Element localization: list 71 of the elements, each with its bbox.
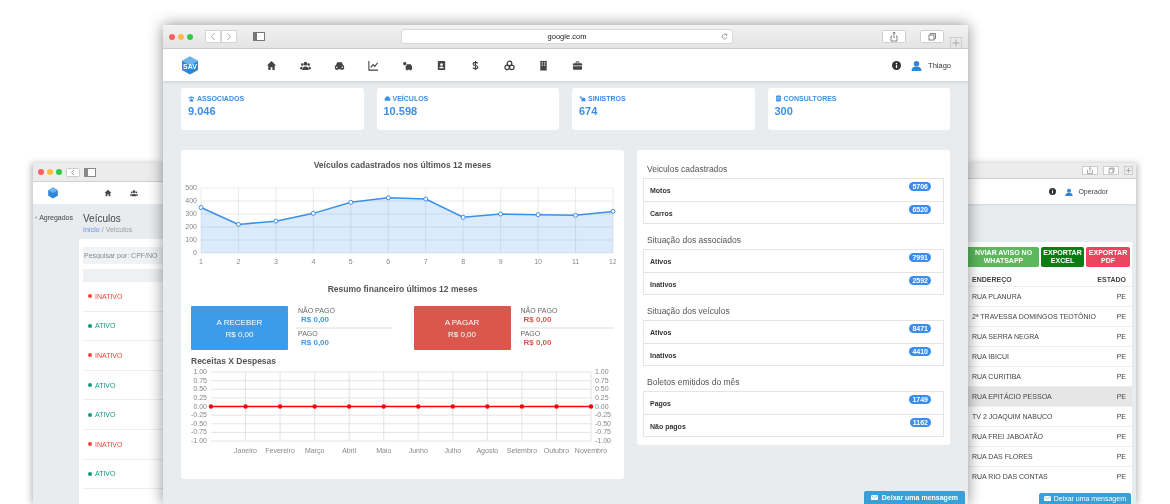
total-value: R$ 0,00	[225, 329, 254, 339]
amount-value: R$ 0,00	[522, 315, 553, 324]
data-point	[498, 211, 504, 217]
data-point	[273, 218, 279, 224]
data-point	[277, 404, 283, 409]
data-point	[485, 404, 490, 409]
amount-value: R$ 0,00	[522, 338, 553, 347]
users-icon	[188, 95, 195, 102]
avatar-icon	[911, 59, 923, 71]
data-point	[312, 404, 317, 409]
envelope-icon	[870, 495, 878, 500]
users-icon[interactable]	[130, 189, 138, 197]
data-point	[243, 404, 248, 409]
back-button[interactable]	[66, 167, 80, 177]
page-title: Veículos	[83, 213, 122, 224]
data-point	[519, 404, 525, 409]
users-icon[interactable]	[300, 59, 311, 71]
section-title: Veiculos cadastrados	[646, 164, 729, 174]
briefcase-icon[interactable]	[572, 59, 583, 71]
line-chart-icon[interactable]	[368, 59, 379, 71]
data-point	[208, 404, 214, 409]
data-point	[554, 404, 559, 409]
data-point	[235, 221, 241, 227]
stat-value: 9.046	[188, 105, 217, 117]
address-book-icon[interactable]	[436, 59, 447, 71]
data-point	[385, 195, 391, 201]
section-title: Resumo financeiro últimos 12 meses	[326, 284, 479, 294]
tabs-icon[interactable]	[920, 30, 944, 43]
stat-value: 10.598	[383, 105, 419, 117]
data-point	[535, 212, 541, 218]
envelope-icon	[1043, 496, 1051, 501]
dollar-icon[interactable]	[470, 59, 481, 71]
car-icon[interactable]	[334, 59, 345, 71]
cube-logo-icon	[47, 187, 59, 199]
data-point	[588, 404, 594, 409]
home-icon[interactable]	[104, 189, 112, 197]
amount-value: R$ 0,00	[300, 338, 331, 347]
id-card-icon	[774, 95, 782, 102]
building-icon[interactable]	[538, 59, 549, 71]
data-point	[610, 208, 616, 214]
car-crash-icon	[579, 95, 586, 102]
data-point	[450, 404, 455, 409]
section-title: Situação dos associados	[646, 235, 743, 245]
section-title: Boletos emitidos do mês	[646, 377, 741, 387]
chart-title: Receitas X Despesas	[190, 356, 278, 366]
total-label: A PAGAR	[444, 317, 480, 327]
total-label: A RECEBER	[216, 317, 263, 327]
avatar-icon	[1065, 187, 1074, 196]
data-point	[423, 196, 429, 202]
rings-icon[interactable]	[504, 59, 515, 71]
sidebar-toggle-icon[interactable]	[84, 167, 96, 177]
data-point	[573, 212, 579, 218]
amount-value: R$ 0,00	[300, 315, 331, 324]
info-icon[interactable]	[892, 60, 902, 70]
data-point	[416, 404, 421, 409]
data-point	[460, 214, 466, 220]
section-title: Situação dos veículos	[646, 306, 731, 316]
data-point	[198, 205, 204, 210]
stat-value: 674	[579, 105, 599, 117]
total-value: R$ 0,00	[448, 329, 476, 339]
info-icon[interactable]	[1049, 188, 1057, 195]
car-icon	[383, 95, 391, 102]
data-point	[310, 210, 316, 216]
stat-value: 300	[774, 105, 794, 117]
car-crash-icon[interactable]	[402, 59, 413, 71]
chart-title: Veículos cadastrados nos últimos 12 meses	[312, 160, 493, 170]
sidebar-toggle-icon[interactable]	[253, 32, 265, 41]
home-icon[interactable]	[266, 59, 277, 71]
data-point	[381, 404, 386, 409]
data-point	[347, 404, 352, 409]
data-point	[348, 199, 354, 205]
